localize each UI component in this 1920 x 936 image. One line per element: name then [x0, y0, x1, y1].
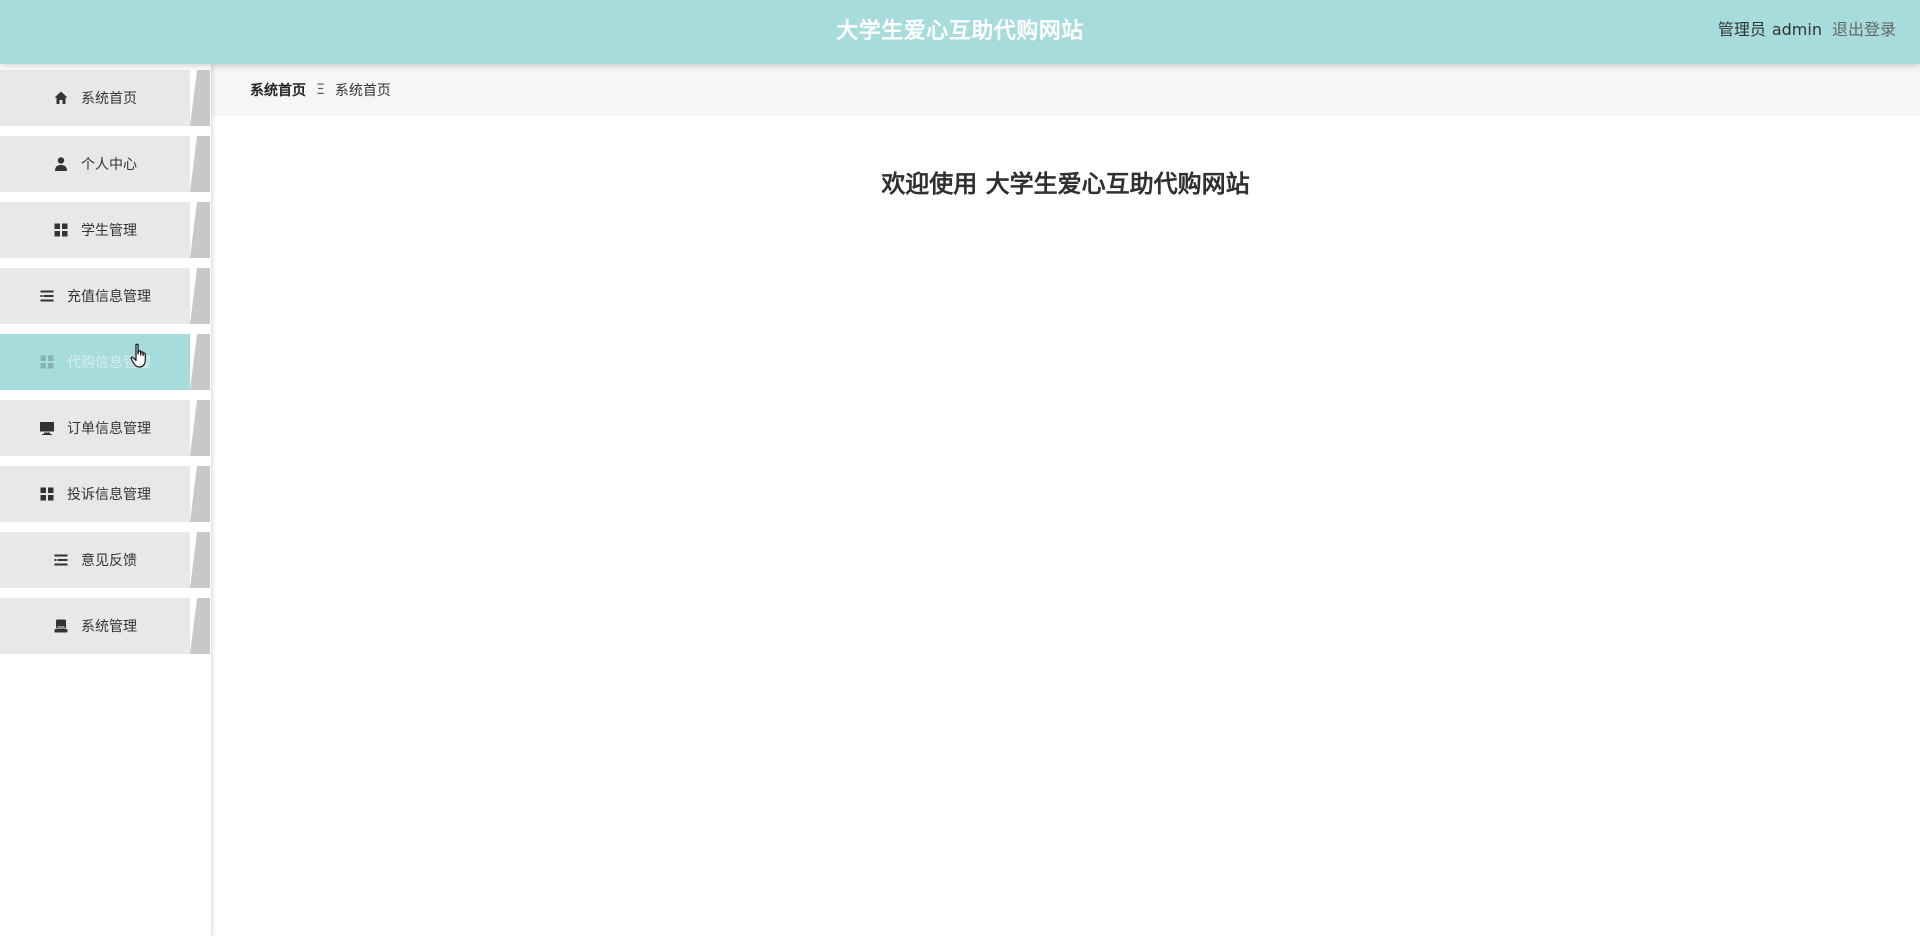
breadcrumb-separator: Ξ [316, 82, 325, 98]
username-label: admin [1771, 20, 1822, 39]
sidebar-item-tab [190, 202, 210, 258]
sidebar-item-system[interactable]: 系统管理 [0, 598, 210, 654]
sidebar-item-panel: 代购信息管理 [0, 334, 190, 390]
sidebar-item-label: 订单信息管理 [67, 421, 151, 437]
site-title: 大学生爱心互助代购网站 [836, 19, 1084, 44]
sidebar-item-label: 意见反馈 [81, 553, 137, 569]
sidebar-item-tab [190, 598, 210, 654]
sidebar-item-tab [190, 334, 210, 390]
list-icon [39, 288, 55, 304]
top-header: 大学生爱心互助代购网站 管理员 admin 退出登录 [0, 0, 1920, 64]
sidebar-item-tab [190, 400, 210, 456]
sidebar-item-feedback[interactable]: 意见反馈 [0, 532, 210, 588]
main-content: 系统首页 Ξ 系统首页 欢迎使用 大学生爱心互助代购网站 [211, 64, 1920, 936]
sidebar-item-orders[interactable]: 订单信息管理 [0, 400, 210, 456]
grid-icon [39, 486, 55, 502]
sidebar-item-complaints[interactable]: 投诉信息管理 [0, 466, 210, 522]
sidebar-item-panel: 系统管理 [0, 598, 190, 654]
breadcrumb-home[interactable]: 系统首页 [250, 80, 306, 100]
role-label: 管理员 [1717, 20, 1766, 39]
monitor-icon [39, 420, 55, 436]
list-icon [53, 552, 69, 568]
sidebar-item-panel: 充值信息管理 [0, 268, 190, 324]
grid-icon [39, 354, 55, 370]
sidebar-item-tab [190, 532, 210, 588]
sidebar-item-label: 系统管理 [81, 619, 137, 635]
sidebar-item-panel: 投诉信息管理 [0, 466, 190, 522]
breadcrumb-current: 系统首页 [334, 83, 391, 99]
hand-cursor-icon [130, 343, 150, 369]
home-icon [53, 90, 69, 106]
sidebar-item-label: 充值信息管理 [67, 289, 151, 305]
sidebar-item-profile[interactable]: 个人中心 [0, 136, 210, 192]
user-area: 管理员 admin 退出登录 [1718, 0, 1896, 60]
logout-link[interactable]: 退出登录 [1832, 20, 1896, 39]
sidebar-item-tab [190, 70, 210, 126]
sidebar-item-recharge[interactable]: 充值信息管理 [0, 268, 210, 324]
sidebar-item-label: 个人中心 [81, 157, 137, 173]
sidebar-item-panel: 订单信息管理 [0, 400, 190, 456]
sidebar: 系统首页 个人中心 学生管理 充值信息管理 代购信息管理 订单信息管理 投诉信息… [0, 64, 211, 936]
printer-icon [53, 618, 69, 634]
sidebar-item-label: 系统首页 [81, 91, 137, 107]
welcome-heading: 欢迎使用 大学生爱心互助代购网站 [881, 170, 1250, 198]
sidebar-item-students[interactable]: 学生管理 [0, 202, 210, 258]
grid-icon [53, 222, 69, 238]
sidebar-item-label: 投诉信息管理 [67, 487, 151, 503]
sidebar-item-tab [190, 136, 210, 192]
sidebar-item-panel: 系统首页 [0, 70, 190, 126]
sidebar-item-tab [190, 268, 210, 324]
sidebar-item-panel: 意见反馈 [0, 532, 190, 588]
sidebar-item-home[interactable]: 系统首页 [0, 70, 210, 126]
sidebar-item-label: 学生管理 [81, 223, 137, 239]
sidebar-item-tab [190, 466, 210, 522]
sidebar-item-panel: 学生管理 [0, 202, 190, 258]
sidebar-item-purchase[interactable]: 代购信息管理 [0, 334, 210, 390]
sidebar-item-panel: 个人中心 [0, 136, 190, 192]
breadcrumb: 系统首页 Ξ 系统首页 [211, 64, 1920, 116]
person-icon [53, 156, 69, 172]
